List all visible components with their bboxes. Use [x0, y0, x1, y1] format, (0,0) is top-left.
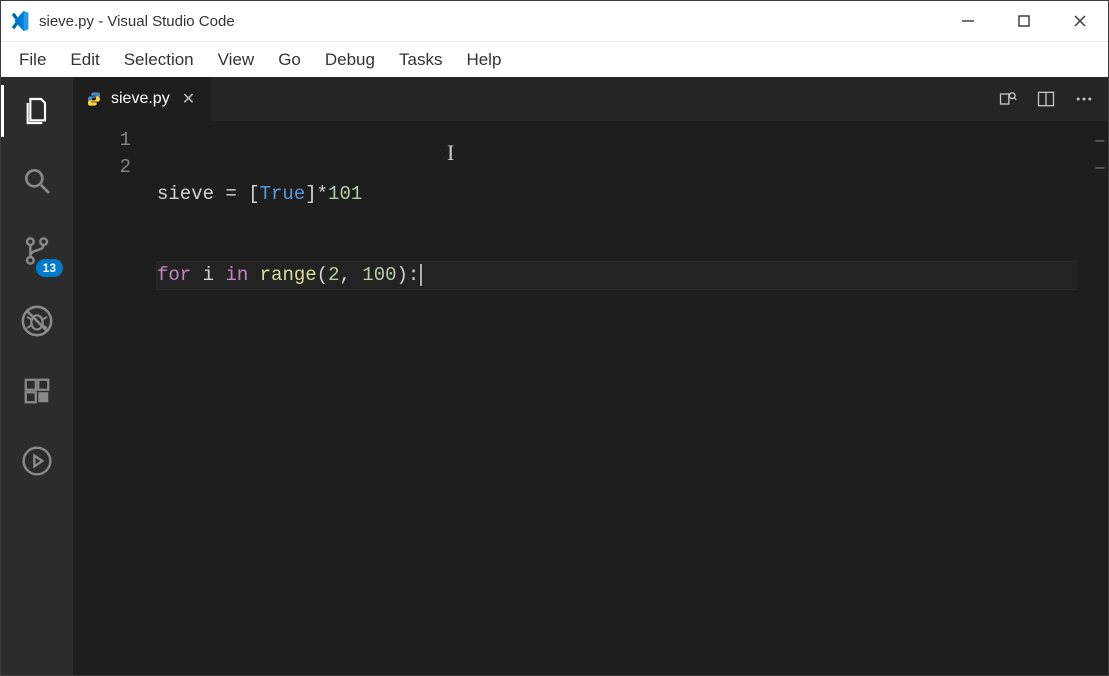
extensions-icon	[22, 376, 52, 406]
code-line[interactable]: for i in range(2, 100):	[157, 262, 1078, 289]
split-editor-icon[interactable]	[1036, 89, 1056, 109]
editor-actions	[984, 77, 1108, 121]
menu-tasks[interactable]: Tasks	[387, 46, 454, 74]
activity-explorer[interactable]	[17, 91, 57, 131]
tabrow-spacer	[212, 77, 984, 121]
no-bug-icon	[20, 304, 54, 338]
ibeam-cursor-icon: I	[447, 139, 454, 166]
minimap[interactable]: ▬▬▬▬	[1078, 121, 1108, 675]
activity-source-control[interactable]: 13	[17, 231, 57, 271]
menu-go[interactable]: Go	[266, 46, 313, 74]
line-number-gutter: 1 2	[73, 121, 157, 675]
more-actions-icon[interactable]	[1074, 89, 1094, 109]
text-cursor	[420, 264, 422, 286]
activity-debug[interactable]	[17, 301, 57, 341]
vscode-logo-icon	[9, 10, 31, 32]
window-titlebar: sieve.py - Visual Studio Code	[1, 1, 1108, 41]
menu-edit[interactable]: Edit	[58, 46, 111, 74]
code-editor[interactable]: 1 2 sieve = [True]*101 for i in range(2,…	[73, 121, 1108, 675]
search-icon	[21, 165, 53, 197]
activity-extensions[interactable]	[17, 371, 57, 411]
tab-close-button[interactable]: ✕	[178, 89, 199, 109]
main-area: 13 sieve.py ✕	[1, 77, 1108, 675]
activity-bar: 13	[1, 77, 73, 675]
menu-debug[interactable]: Debug	[313, 46, 387, 74]
tab-sieve-py[interactable]: sieve.py ✕	[73, 77, 212, 121]
menu-selection[interactable]: Selection	[112, 46, 206, 74]
window-title: sieve.py - Visual Studio Code	[39, 13, 235, 30]
live-share-icon	[21, 445, 53, 477]
menu-view[interactable]: View	[206, 46, 267, 74]
files-icon	[21, 95, 53, 127]
line-number: 2	[73, 154, 131, 181]
compare-changes-icon[interactable]	[998, 89, 1018, 109]
window-close-button[interactable]	[1052, 1, 1108, 41]
code-lines[interactable]: sieve = [True]*101 for i in range(2, 100…	[157, 121, 1078, 675]
menu-help[interactable]: Help	[454, 46, 513, 74]
python-file-icon	[85, 90, 103, 108]
activity-live-share[interactable]	[17, 441, 57, 481]
tab-label: sieve.py	[111, 90, 170, 108]
menubar: File Edit Selection View Go Debug Tasks …	[1, 41, 1108, 77]
menu-file[interactable]: File	[7, 46, 58, 74]
code-line[interactable]: sieve = [True]*101	[157, 181, 1078, 208]
minimap-content: ▬▬▬▬	[1095, 127, 1104, 181]
activity-search[interactable]	[17, 161, 57, 201]
editor-group: sieve.py ✕ 1 2 sieve	[73, 77, 1108, 675]
line-number: 1	[73, 127, 131, 154]
scm-badge: 13	[36, 259, 63, 277]
window-maximize-button[interactable]	[996, 1, 1052, 41]
editor-tabs: sieve.py ✕	[73, 77, 1108, 121]
window-minimize-button[interactable]	[940, 1, 996, 41]
